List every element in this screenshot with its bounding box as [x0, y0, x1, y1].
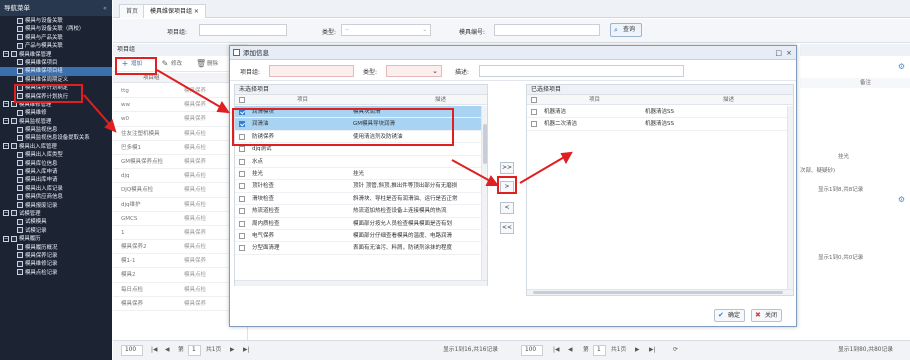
- annotation-arrow: [156, 69, 223, 109]
- annotation-arrow: [519, 155, 567, 184]
- annotation-arrow-head: [560, 151, 573, 165]
- annotation-arrows: [83, 69, 573, 186]
- annotation-arrow: [451, 159, 493, 183]
- annotation-arrow-head: [485, 175, 499, 186]
- annotation-arrow: [83, 94, 113, 128]
- annotation-arrow-head: [216, 101, 231, 114]
